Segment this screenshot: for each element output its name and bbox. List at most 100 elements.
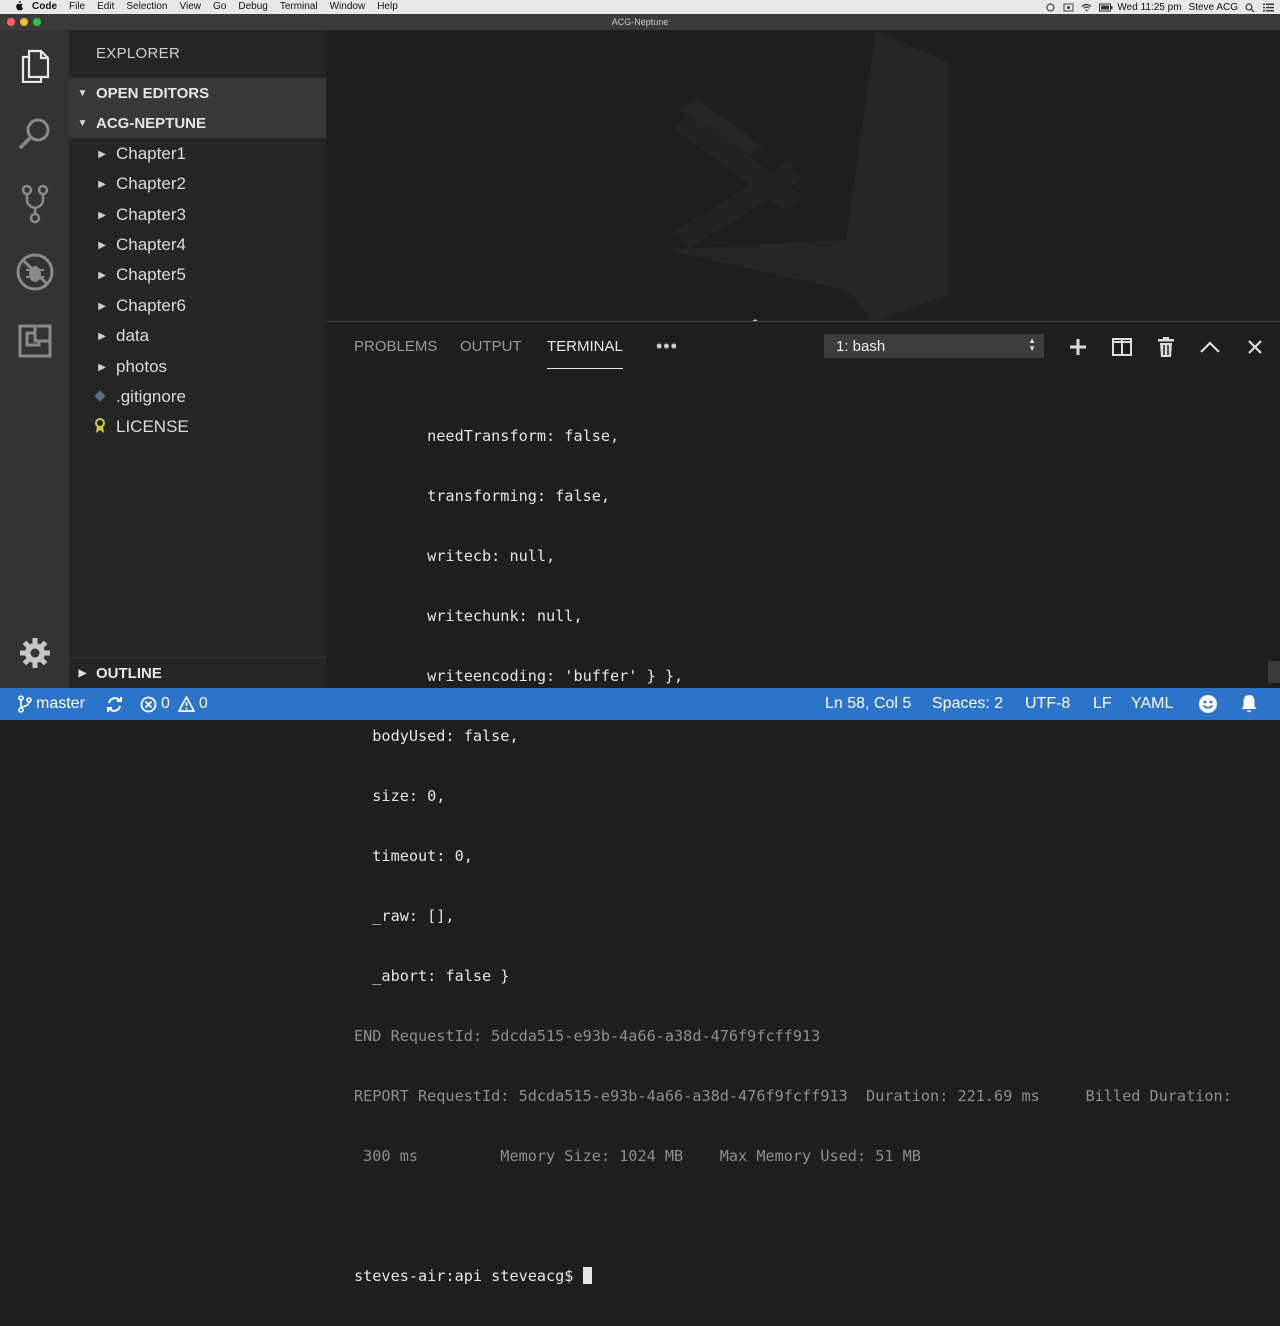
- menu-window[interactable]: Window: [324, 0, 372, 14]
- extensions-icon[interactable]: [14, 320, 56, 362]
- tab-problems[interactable]: PROBLEMS: [354, 338, 437, 368]
- tree-folder-chapter1[interactable]: ▶ Chapter1: [69, 139, 326, 169]
- tree-folder-chapter4[interactable]: ▶ Chapter4: [69, 230, 326, 260]
- menu-terminal[interactable]: Terminal: [274, 0, 324, 14]
- explorer-sidebar: EXPLORER ▼ OPEN EDITORS ▼ ACG-NEPTUNE ▶ …: [69, 30, 326, 688]
- language-mode[interactable]: YAML: [1131, 688, 1173, 720]
- tree-folder-label: data: [116, 326, 150, 345]
- close-panel-button[interactable]: [1242, 334, 1268, 360]
- minimize-window-button[interactable]: [20, 18, 28, 26]
- gear-icon[interactable]: [14, 632, 56, 674]
- chevron-right-icon: ▶: [98, 269, 106, 281]
- warning-count: 0: [198, 695, 208, 712]
- tree-folder-chapter2[interactable]: ▶ Chapter2: [69, 169, 326, 199]
- tree-folder-chapter6[interactable]: ▶ Chapter6: [69, 291, 326, 321]
- split-terminal-button[interactable]: [1109, 334, 1135, 360]
- terminal-line: 300 ms Memory Size: 1024 MB Max Memory U…: [354, 1147, 921, 1165]
- menubar-status-area: Wed 11:25 pm Steve ACG: [1045, 0, 1274, 14]
- menu-app-name[interactable]: Code: [26, 0, 63, 14]
- zoom-window-button[interactable]: [33, 18, 41, 26]
- terminal-prompt-line[interactable]: steves-air:api steveacg$: [354, 1266, 1274, 1286]
- menu-debug[interactable]: Debug: [232, 0, 273, 14]
- tree-folder-chapter3[interactable]: ▶ Chapter3: [69, 200, 326, 230]
- notifications-button[interactable]: [1240, 688, 1258, 720]
- search-icon[interactable]: [14, 113, 56, 155]
- indentation-setting[interactable]: Spaces: 2: [932, 688, 1003, 720]
- menubar-clock[interactable]: Wed 11:25 pm: [1117, 2, 1181, 13]
- outline-label: OUTLINE: [96, 664, 162, 682]
- open-editors-label: OPEN EDITORS: [96, 84, 210, 102]
- wifi-icon[interactable]: [1081, 3, 1092, 12]
- feedback-button[interactable]: [1198, 688, 1218, 720]
- sync-button[interactable]: [106, 688, 123, 720]
- notification-center-icon[interactable]: [1263, 3, 1274, 12]
- tab-output[interactable]: OUTPUT: [460, 338, 522, 368]
- terminal-scrollbar[interactable]: [1268, 661, 1280, 683]
- bell-icon: [1241, 695, 1257, 713]
- chevron-down-icon: ▼: [77, 117, 88, 129]
- tree-folder-data[interactable]: ▶ data: [69, 321, 326, 351]
- kill-terminal-button[interactable]: [1153, 334, 1179, 360]
- menu-edit[interactable]: Edit: [91, 0, 120, 14]
- problems-indicator[interactable]: 0 0: [140, 688, 208, 720]
- screen-record-icon[interactable]: [1063, 3, 1074, 12]
- encoding-setting[interactable]: UTF-8: [1025, 688, 1070, 720]
- chevron-right-icon: ▶: [98, 239, 106, 251]
- more-actions-icon[interactable]: •••: [656, 336, 678, 357]
- close-window-button[interactable]: [7, 18, 15, 26]
- new-terminal-button[interactable]: [1065, 334, 1091, 360]
- tree-folder-label: Chapter4: [116, 235, 186, 254]
- editor-area[interactable]: [326, 30, 1280, 321]
- terminal-line: timeout: 0,: [354, 847, 473, 865]
- smiley-icon: [1199, 695, 1217, 713]
- cursor-position[interactable]: Ln 58, Col 5: [825, 688, 911, 720]
- terminal-selector[interactable]: 1: bash ▲ ▼: [824, 334, 1044, 358]
- menu-file[interactable]: File: [63, 0, 91, 14]
- window-title: ACG-Neptune: [611, 17, 669, 27]
- apple-icon[interactable]: [14, 0, 24, 14]
- macos-menu-bar: Code File Edit Selection View Go Debug T…: [0, 0, 1280, 14]
- tree-folder-label: photos: [116, 357, 168, 376]
- terminal-line: _raw: [],: [354, 907, 455, 925]
- chevron-right-icon: ▶: [98, 178, 106, 190]
- creative-cloud-icon[interactable]: [1045, 2, 1056, 12]
- activity-bar: [0, 30, 69, 688]
- window-title-bar: ACG-Neptune: [0, 14, 1280, 30]
- spotlight-search-icon[interactable]: [1245, 2, 1256, 12]
- error-count: 0: [161, 695, 170, 712]
- chevron-right-icon: ▶: [98, 361, 106, 373]
- tree-file-gitignore[interactable]: .gitignore: [69, 382, 326, 412]
- menu-view[interactable]: View: [174, 0, 208, 14]
- project-section[interactable]: ▼ ACG-NEPTUNE: [69, 108, 326, 138]
- menu-selection[interactable]: Selection: [120, 0, 173, 14]
- warning-icon: [177, 696, 195, 712]
- tree-folder-photos[interactable]: ▶ photos: [69, 352, 326, 382]
- branch-indicator[interactable]: master: [18, 688, 85, 720]
- tree-folder-label: Chapter3: [116, 205, 186, 224]
- debug-icon[interactable]: [14, 251, 56, 293]
- project-label: ACG-NEPTUNE: [96, 114, 207, 132]
- terminal-output[interactable]: needTransform: false, transforming: fals…: [354, 386, 1274, 1326]
- source-control-icon[interactable]: [14, 183, 56, 225]
- tree-folder-chapter5[interactable]: ▶ Chapter5: [69, 260, 326, 290]
- battery-icon[interactable]: [1099, 3, 1113, 12]
- terminal-line: _abort: false }: [354, 967, 510, 985]
- tab-terminal[interactable]: TERMINAL: [547, 338, 623, 369]
- open-editors-section[interactable]: ▼ OPEN EDITORS: [69, 78, 326, 108]
- maximize-panel-button[interactable]: [1197, 334, 1223, 360]
- outline-section[interactable]: ▶ OUTLINE: [69, 657, 326, 688]
- files-icon[interactable]: [14, 45, 56, 87]
- menu-help[interactable]: Help: [371, 0, 404, 14]
- chevron-right-icon: ▶: [98, 300, 106, 312]
- eol-setting[interactable]: LF: [1093, 688, 1112, 720]
- branch-name: master: [36, 695, 85, 712]
- menu-go[interactable]: Go: [207, 0, 232, 14]
- license-icon: [94, 417, 106, 437]
- tree-file-license[interactable]: LICENSE: [69, 412, 326, 442]
- tree-file-label: LICENSE: [116, 417, 189, 436]
- menubar-user[interactable]: Steve ACG: [1189, 2, 1238, 13]
- select-arrows-icon: ▲ ▼: [1028, 336, 1036, 353]
- terminal-cursor: [582, 1267, 592, 1284]
- terminal-line: writeencoding: 'buffer' } },: [354, 667, 684, 685]
- chevron-right-icon: ▶: [78, 667, 87, 679]
